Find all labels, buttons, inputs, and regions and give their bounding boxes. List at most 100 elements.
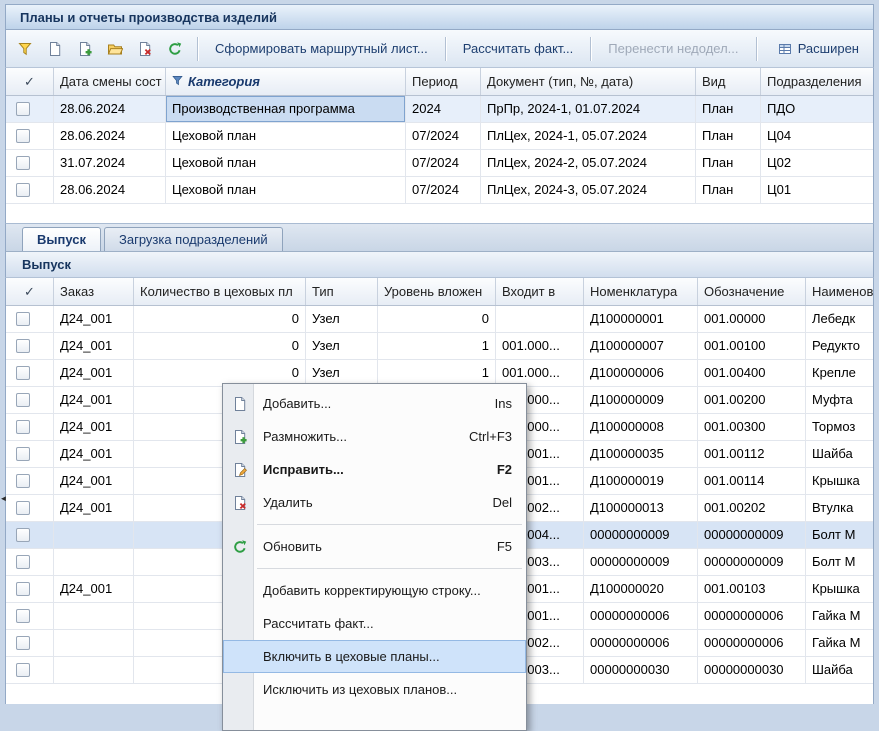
- row-checkbox[interactable]: [16, 474, 30, 488]
- plans-cell: План: [696, 96, 761, 123]
- row-checkbox[interactable]: [16, 663, 30, 677]
- copy-document-icon[interactable]: [72, 36, 98, 62]
- context-menu-item-include-in-shop-plans[interactable]: Включить в цеховые планы...: [223, 640, 526, 673]
- delete-document-icon[interactable]: [132, 36, 158, 62]
- row-checkbox[interactable]: [16, 366, 30, 380]
- row-checkbox[interactable]: [16, 393, 30, 407]
- plans-cell: 28.06.2024: [54, 96, 166, 123]
- plans-column-header-2[interactable]: Период: [406, 68, 481, 95]
- refresh-icon[interactable]: [162, 36, 188, 62]
- plans-cell: Цеховой план: [166, 177, 406, 204]
- plans-cell: 07/2024: [406, 150, 481, 177]
- plans-cell: План: [696, 123, 761, 150]
- category-filter-icon: [172, 68, 183, 95]
- output-cell: [496, 306, 584, 333]
- filter-icon[interactable]: [12, 36, 38, 62]
- plans-row[interactable]: 31.07.2024Цеховой план07/2024ПлЦех, 2024…: [6, 150, 873, 177]
- row-checkbox-cell: [6, 549, 54, 576]
- generate-route-sheet-button[interactable]: Сформировать маршрутный лист...: [207, 36, 436, 62]
- tab-zagruzka-podrazdeleniy[interactable]: Загрузка подразделений: [104, 227, 283, 251]
- row-checkbox[interactable]: [16, 183, 30, 197]
- output-column-header-4[interactable]: Входит в: [496, 278, 584, 305]
- output-cell: 001.00400: [698, 360, 806, 387]
- extended-button[interactable]: Расширен: [769, 36, 867, 62]
- output-cell: Крепле: [806, 360, 874, 387]
- output-cell: Крышка: [806, 468, 874, 495]
- output-column-header-3[interactable]: Уровень вложен: [378, 278, 496, 305]
- plans-cell: Ц04: [761, 123, 874, 150]
- menu-item-label: Исключить из цеховых планов...: [263, 682, 457, 697]
- output-column-header-7[interactable]: Наименование: [806, 278, 874, 305]
- output-cell: Д100000008: [584, 414, 698, 441]
- select-all-column-header[interactable]: ✓: [6, 278, 54, 305]
- row-checkbox-cell: [6, 495, 54, 522]
- output-column-header-1[interactable]: Количество в цеховых пл: [134, 278, 306, 305]
- output-cell: Д100000020: [584, 576, 698, 603]
- row-checkbox[interactable]: [16, 102, 30, 116]
- row-checkbox-cell: [6, 360, 54, 387]
- row-checkbox-cell: [6, 603, 54, 630]
- context-menu-item-exclude-from-shop-plans[interactable]: Исключить из цеховых планов...: [223, 673, 526, 706]
- window-titlebar[interactable]: Планы и отчеты производства изделий: [5, 4, 874, 30]
- output-cell: Д24_001: [54, 360, 134, 387]
- toolbar-separator: [197, 37, 198, 61]
- new-document-icon[interactable]: [42, 36, 68, 62]
- context-menu-item-duplicate[interactable]: Размножить...Ctrl+F3: [223, 420, 526, 453]
- plans-column-header-0[interactable]: Дата смены сост: [54, 68, 166, 95]
- open-folder-icon[interactable]: [102, 36, 128, 62]
- output-cell: [54, 603, 134, 630]
- transfer-backlog-button[interactable]: Перенести недодел...: [600, 36, 746, 62]
- section-header: Выпуск: [5, 251, 874, 278]
- output-cell: 00000000009: [584, 549, 698, 576]
- row-checkbox[interactable]: [16, 528, 30, 542]
- plans-column-header-4[interactable]: Вид: [696, 68, 761, 95]
- plans-cell: ПлЦех, 2024-1, 05.07.2024: [481, 123, 696, 150]
- output-column-header-6[interactable]: Обозначение: [698, 278, 806, 305]
- plans-column-header-5[interactable]: Подразделения: [761, 68, 874, 95]
- row-checkbox-cell: [6, 630, 54, 657]
- row-checkbox[interactable]: [16, 447, 30, 461]
- output-column-header-5[interactable]: Номенклатура: [584, 278, 698, 305]
- row-checkbox[interactable]: [16, 501, 30, 515]
- context-menu-item-refresh[interactable]: ОбновитьF5: [223, 530, 526, 563]
- output-column-header-2[interactable]: Тип: [306, 278, 378, 305]
- output-cell: 001.00200: [698, 387, 806, 414]
- output-cell: Крышка: [806, 576, 874, 603]
- output-cell: [54, 657, 134, 684]
- menu-item-shortcut: Del: [480, 495, 512, 510]
- collapse-panel-arrow[interactable]: ◄: [0, 488, 7, 508]
- plans-cell: Цеховой план: [166, 150, 406, 177]
- output-cell: Д100000006: [584, 360, 698, 387]
- toolbar: Сформировать маршрутный лист... Рассчита…: [5, 30, 874, 68]
- calculate-fact-button[interactable]: Рассчитать факт...: [455, 36, 582, 62]
- context-menu-item-add[interactable]: Добавить...Ins: [223, 387, 526, 420]
- row-checkbox[interactable]: [16, 156, 30, 170]
- output-row[interactable]: Д24_0010Узел0Д100000001001.00000Лебедк: [6, 306, 873, 333]
- context-menu-item-calculate-fact[interactable]: Рассчитать факт...: [223, 607, 526, 640]
- row-checkbox[interactable]: [16, 420, 30, 434]
- plans-row[interactable]: 28.06.2024Цеховой план07/2024ПлЦех, 2024…: [6, 177, 873, 204]
- row-checkbox-cell: [6, 123, 54, 150]
- row-checkbox[interactable]: [16, 339, 30, 353]
- output-column-header-0[interactable]: Заказ: [54, 278, 134, 305]
- row-checkbox[interactable]: [16, 312, 30, 326]
- plans-row[interactable]: 28.06.2024Цеховой план07/2024ПлЦех, 2024…: [6, 123, 873, 150]
- tab-vypusk[interactable]: Выпуск: [22, 227, 101, 251]
- plans-column-header-3[interactable]: Документ (тип, №, дата): [481, 68, 696, 95]
- output-row[interactable]: Д24_0010Узел1001.000...Д100000007001.001…: [6, 333, 873, 360]
- row-checkbox[interactable]: [16, 609, 30, 623]
- context-menu-item-edit[interactable]: Исправить...F2: [223, 453, 526, 486]
- menu-item-label: Включить в цеховые планы...: [263, 649, 440, 664]
- plans-column-header-1[interactable]: Категория: [166, 68, 406, 95]
- select-all-column-header[interactable]: ✓: [6, 68, 54, 95]
- context-menu-item-add-correction-row[interactable]: Добавить корректирующую строку...: [223, 574, 526, 607]
- output-cell: 00000000030: [584, 657, 698, 684]
- row-checkbox[interactable]: [16, 582, 30, 596]
- plans-cell: 07/2024: [406, 123, 481, 150]
- row-checkbox[interactable]: [16, 636, 30, 650]
- plans-cell: 31.07.2024: [54, 150, 166, 177]
- row-checkbox[interactable]: [16, 555, 30, 569]
- context-menu-item-delete[interactable]: УдалитьDel: [223, 486, 526, 519]
- plans-row[interactable]: 28.06.2024Производственная программа2024…: [6, 96, 873, 123]
- row-checkbox[interactable]: [16, 129, 30, 143]
